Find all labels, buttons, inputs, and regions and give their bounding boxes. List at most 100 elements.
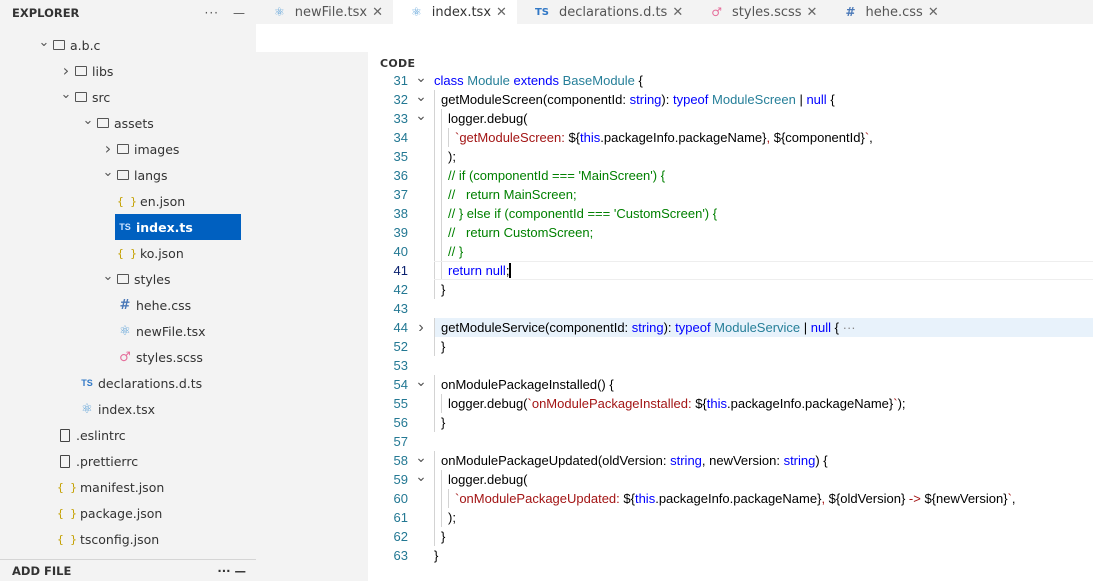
tree-item[interactable]: { } package.json: [0, 500, 256, 526]
code-content[interactable]: `onModulePackageUpdated: ${this .packageI…: [434, 489, 1093, 508]
code-line[interactable]: 63}: [368, 546, 1093, 565]
tree-item[interactable]: ⌄ a.b.c: [0, 32, 256, 58]
tab-hehe-css[interactable]: # hehe.css ✕: [827, 0, 948, 24]
code-editor[interactable]: CODE 31 ⌄ class Module extends BaseModule …: [368, 52, 1093, 581]
code-line[interactable]: 35);: [368, 147, 1093, 166]
tree-item[interactable]: { } en.json: [0, 188, 256, 214]
code-content[interactable]: }: [434, 337, 1093, 356]
fold-expanded-icon[interactable]: ⌄: [408, 468, 434, 485]
fold-expanded-icon[interactable]: ⌄: [408, 69, 434, 86]
code-content[interactable]: );: [434, 147, 1093, 166]
code-line[interactable]: 59 ⌄ logger.debug(: [368, 468, 1093, 489]
code-line[interactable]: 36 // if (componentId === 'MainScreen') {: [368, 166, 1093, 185]
code-line[interactable]: 52}: [368, 337, 1093, 356]
code-line[interactable]: 57: [368, 432, 1093, 451]
code-line[interactable]: 37 // return MainScreen;: [368, 185, 1093, 204]
code-content[interactable]: // return CustomScreen;: [434, 223, 1093, 242]
tree-item[interactable]: ⌄ styles: [0, 266, 256, 292]
fold-expanded-icon[interactable]: ⌄: [408, 373, 434, 390]
fold-collapsed-icon[interactable]: ›: [408, 319, 434, 337]
collapse-panel-icon[interactable]: —: [235, 564, 247, 578]
tree-item[interactable]: { } ko.json: [0, 240, 256, 266]
tree-item[interactable]: ♂ styles.scss: [0, 344, 256, 370]
code-line[interactable]: 53: [368, 356, 1093, 375]
tree-item[interactable]: ⌄ assets: [0, 110, 256, 136]
code-line[interactable]: 62}: [368, 527, 1093, 546]
code-line[interactable]: 56}: [368, 413, 1093, 432]
code-content[interactable]: }: [434, 527, 1093, 546]
tree-item[interactable]: TS index.ts: [115, 214, 241, 240]
code-line[interactable]: 34 `getModuleScreen: ${this .packageInfo.p…: [368, 128, 1093, 147]
code-content[interactable]: getModuleService(componentId: string): t…: [434, 318, 1093, 337]
code-token: ${: [695, 396, 707, 411]
tree-item[interactable]: .eslintrc: [0, 422, 256, 448]
code-token: string: [629, 92, 662, 107]
code-line[interactable]: 54 ⌄ onModulePackageInstalled() {: [368, 373, 1093, 394]
tree-item[interactable]: { } tsconfig.json: [0, 526, 256, 552]
code-lines[interactable]: 31 ⌄ class Module extends BaseModule {32 ⌄ g…: [368, 69, 1093, 565]
fold-expanded-icon[interactable]: ⌄: [408, 107, 434, 124]
code-line[interactable]: 60 `onModulePackageUpdated: ${this .packag…: [368, 489, 1093, 508]
code-line[interactable]: 32 ⌄ getModuleScreen(componentId: string):…: [368, 88, 1093, 109]
tree-item[interactable]: ⚛ newFile.tsx: [0, 318, 256, 344]
code-line[interactable]: 44 › getModuleService(componentId: string)…: [368, 318, 1093, 337]
tree-item[interactable]: TS declarations.d.ts: [0, 370, 256, 396]
close-icon[interactable]: ✕: [807, 5, 818, 20]
code-line[interactable]: 61);: [368, 508, 1093, 527]
code-line[interactable]: 33 ⌄ logger.debug(: [368, 107, 1093, 128]
code-content[interactable]: `getModuleScreen: ${this .packageInfo.pac…: [434, 128, 1093, 147]
code-content[interactable]: [434, 299, 1093, 318]
code-content[interactable]: return null;: [434, 261, 1093, 280]
code-content[interactable]: getModuleScreen(componentId: string): ty…: [434, 90, 1093, 109]
code-content[interactable]: logger.debug(: [434, 470, 1093, 489]
code-line[interactable]: 31 ⌄ class Module extends BaseModule {: [368, 69, 1093, 90]
close-icon[interactable]: ✕: [372, 5, 383, 20]
tree-item[interactable]: › libs: [0, 58, 256, 84]
code-content[interactable]: logger.debug(`onModulePackageInstalled: …: [434, 394, 1093, 413]
code-line[interactable]: 55 logger.debug(`onModulePackageInstalled…: [368, 394, 1093, 413]
code-content[interactable]: onModulePackageInstalled() {: [434, 375, 1093, 394]
code-line[interactable]: 43: [368, 299, 1093, 318]
close-icon[interactable]: ✕: [496, 5, 507, 20]
tree-item[interactable]: { } manifest.json: [0, 474, 256, 500]
tab-declarations-d-ts[interactable]: TS declarations.d.ts ✕: [517, 0, 693, 24]
code-content[interactable]: // } else if (componentId === 'CustomScr…: [434, 204, 1093, 223]
code-content[interactable]: [434, 432, 1093, 451]
code-content[interactable]: onModulePackageUpdated(oldVersion: strin…: [434, 451, 1093, 470]
close-icon[interactable]: ✕: [672, 5, 683, 20]
code-token: .packageInfo.packageName}: [600, 130, 767, 145]
code-content[interactable]: [434, 356, 1093, 375]
code-line[interactable]: 42}: [368, 280, 1093, 299]
more-actions-icon[interactable]: ···: [205, 6, 219, 20]
code-line[interactable]: 58 ⌄ onModulePackageUpdated(oldVersion: st…: [368, 449, 1093, 470]
tab-styles-scss[interactable]: ♂ styles.scss ✕: [693, 0, 827, 24]
code-line[interactable]: 40 // }: [368, 242, 1093, 261]
code-content[interactable]: // }: [434, 242, 1093, 261]
tree-item[interactable]: # hehe.css: [0, 292, 256, 318]
tree-item[interactable]: ⌄ src: [0, 84, 256, 110]
code-line[interactable]: 41 return null;: [368, 261, 1093, 280]
tree-item[interactable]: .prettierrc: [0, 448, 256, 474]
add-file-section-header[interactable]: ADD FILE ··· —: [0, 559, 256, 581]
code-line[interactable]: 38 // } else if (componentId === 'CustomS…: [368, 204, 1093, 223]
code-content[interactable]: }: [434, 413, 1093, 432]
code-content[interactable]: logger.debug(: [434, 109, 1093, 128]
tab-index-tsx[interactable]: ⚛ index.tsx ✕: [393, 0, 517, 24]
code-content[interactable]: // return MainScreen;: [434, 185, 1093, 204]
fold-expanded-icon[interactable]: ⌄: [408, 449, 434, 466]
tree-item[interactable]: › images: [0, 136, 256, 162]
code-content[interactable]: class Module extends BaseModule {: [434, 71, 1093, 90]
code-content[interactable]: );: [434, 508, 1093, 527]
code-content[interactable]: }: [434, 280, 1093, 299]
more-actions-icon[interactable]: ···: [217, 564, 230, 578]
indent-guide: [434, 242, 441, 261]
code-content[interactable]: }: [434, 546, 1093, 565]
tree-item[interactable]: ⚛ index.tsx: [0, 396, 256, 422]
code-content[interactable]: // if (componentId === 'MainScreen') {: [434, 166, 1093, 185]
collapse-panel-icon[interactable]: —: [233, 6, 246, 20]
close-icon[interactable]: ✕: [928, 5, 939, 20]
fold-expanded-icon[interactable]: ⌄: [408, 88, 434, 105]
code-line[interactable]: 39 // return CustomScreen;: [368, 223, 1093, 242]
tree-item[interactable]: ⌄ langs: [0, 162, 256, 188]
tab-newfile-tsx[interactable]: ⚛ newFile.tsx ✕: [256, 0, 393, 24]
